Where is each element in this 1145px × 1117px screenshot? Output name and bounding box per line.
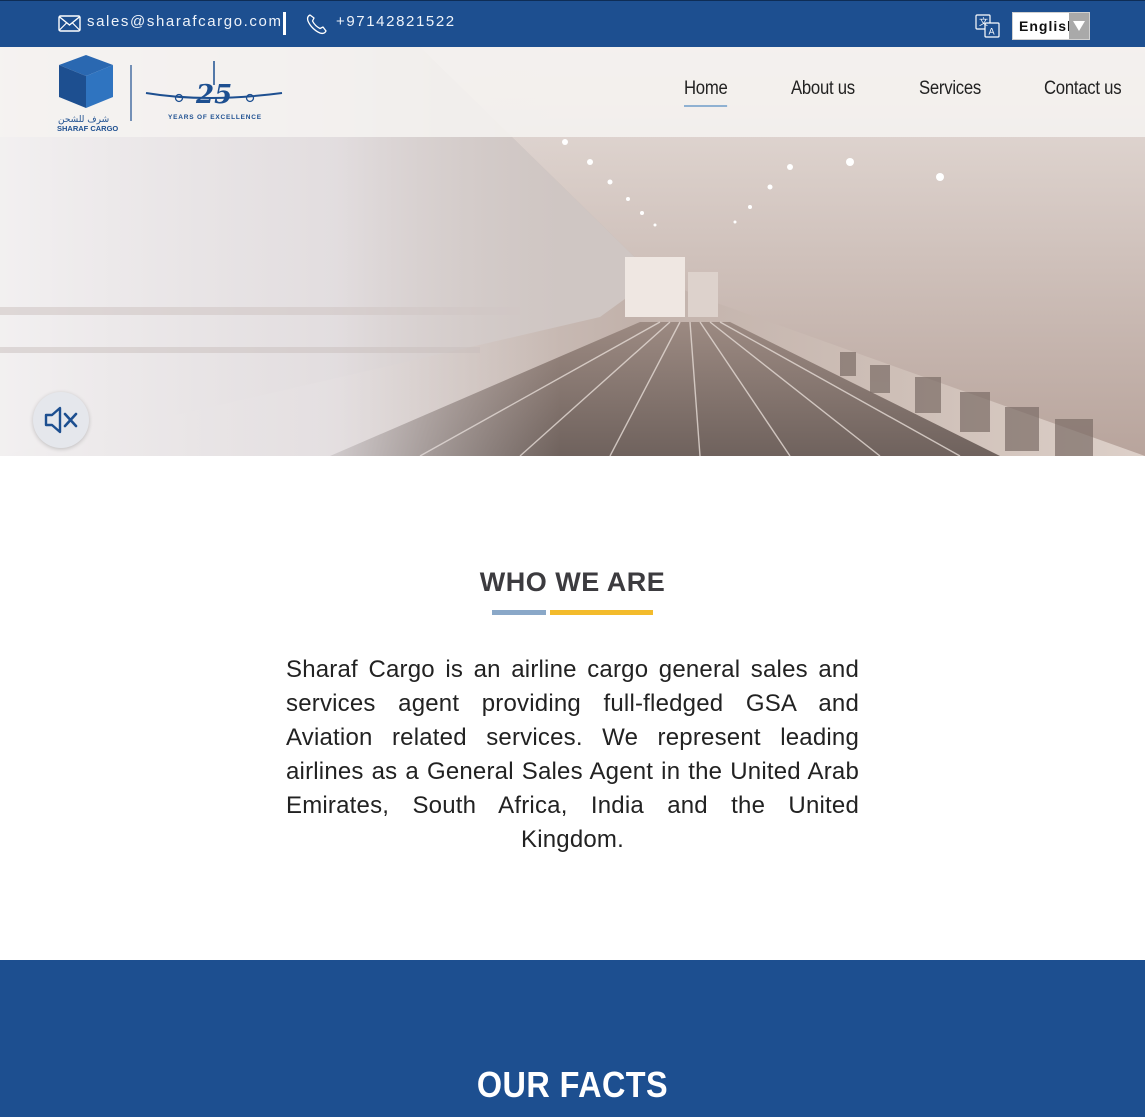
nav-services[interactable]: Services bbox=[919, 78, 981, 100]
top-contact-bar: sales@sharafcargo.com +97142821522 文 A E… bbox=[0, 0, 1145, 47]
heading-underline-blue bbox=[492, 610, 546, 615]
language-select-value: English bbox=[1019, 18, 1077, 34]
mute-toggle-button[interactable] bbox=[33, 392, 89, 448]
logo-anniversary-number: 25 bbox=[195, 80, 232, 110]
heading-underline-yellow bbox=[550, 610, 653, 615]
phone-link[interactable]: +97142821522 bbox=[336, 13, 456, 30]
phone-icon bbox=[306, 14, 327, 35]
email-link[interactable]: sales@sharafcargo.com bbox=[87, 13, 283, 30]
who-we-are-description: Sharaf Cargo is an airline cargo general… bbox=[286, 656, 859, 853]
nav-contact-us[interactable]: Contact us bbox=[1044, 78, 1122, 100]
language-select-toggle[interactable] bbox=[1069, 13, 1089, 39]
logo-brand-text: SHARAF CARGO bbox=[57, 124, 118, 133]
svg-text:文: 文 bbox=[979, 16, 988, 28]
chevron-down-icon bbox=[1073, 21, 1085, 31]
our-facts-section: OUR FACTS bbox=[0, 960, 1145, 1117]
divider bbox=[283, 12, 286, 35]
logo-anniversary-text: YEARS OF EXCELLENCE bbox=[168, 114, 262, 121]
nav-about-us[interactable]: About us bbox=[791, 78, 855, 100]
language-select[interactable]: English bbox=[1012, 12, 1090, 40]
main-navbar: شرف للشحن SHARAF CARGO 25 YEARS OF EXCEL… bbox=[0, 47, 1145, 137]
mail-icon bbox=[58, 15, 81, 32]
who-we-are-heading: WHO WE ARE bbox=[479, 567, 666, 597]
our-facts-heading: OUR FACTS bbox=[476, 1064, 669, 1105]
svg-text:A: A bbox=[989, 28, 996, 38]
mute-icon bbox=[44, 406, 78, 434]
nav-home[interactable]: Home bbox=[684, 78, 728, 107]
translate-icon: 文 A bbox=[975, 14, 1000, 38]
sharaf-cargo-logo[interactable]: شرف للشحن SHARAF CARGO 25 YEARS OF EXCEL… bbox=[56, 55, 286, 133]
